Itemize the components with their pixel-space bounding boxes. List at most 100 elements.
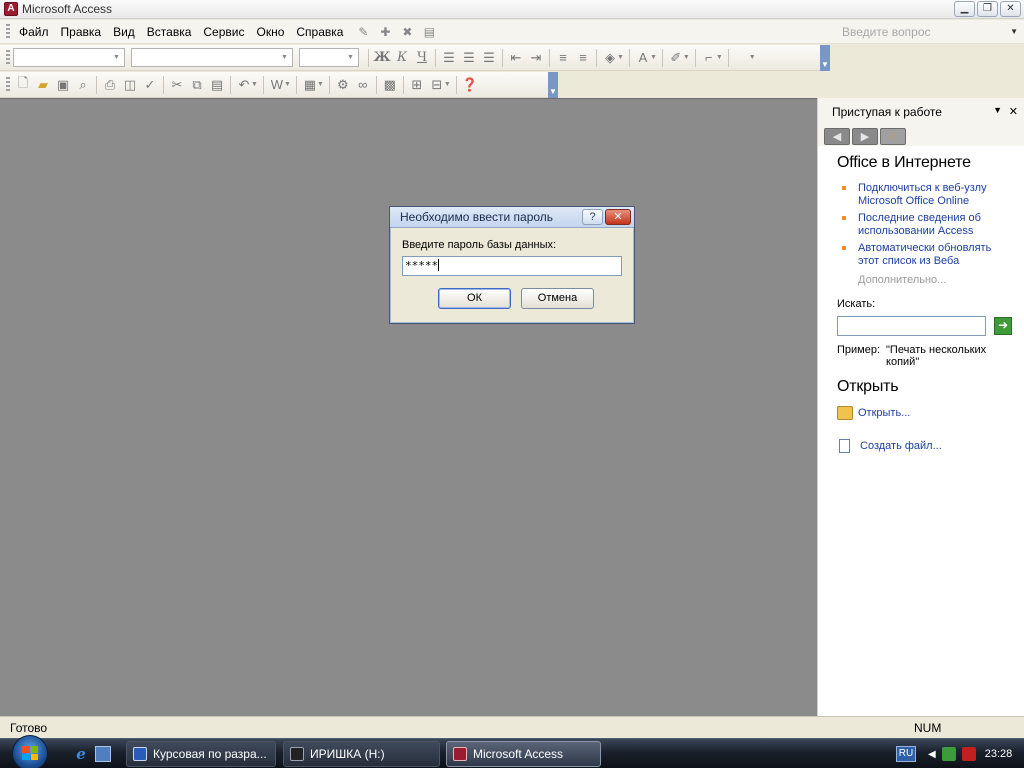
- align-right-icon[interactable]: ☰: [479, 48, 499, 68]
- title-bar: A Microsoft Access ▁ ❐ ✕: [0, 0, 1024, 19]
- ok-button[interactable]: ОК: [438, 288, 511, 309]
- print-icon[interactable]: ⎙: [100, 75, 120, 95]
- chevron-down-icon[interactable]: ▼: [444, 81, 451, 88]
- file-search-icon[interactable]: ⌕: [73, 75, 93, 95]
- go-arrow-icon[interactable]: ➜: [994, 317, 1012, 335]
- toolbar-grip[interactable]: [6, 49, 10, 66]
- paste-icon[interactable]: ▤: [207, 75, 227, 95]
- folder-open-icon: [837, 406, 853, 420]
- properties-icon[interactable]: ▩: [380, 75, 400, 95]
- link-auto-update[interactable]: Автоматически обновлять этот список из В…: [837, 242, 1012, 268]
- italic-icon[interactable]: К: [392, 48, 412, 68]
- menu-window[interactable]: Окно: [250, 21, 290, 43]
- underline-icon[interactable]: Ч: [412, 48, 432, 68]
- open-file-link[interactable]: Открыть...: [837, 406, 1012, 420]
- link-office-online[interactable]: Подключиться к веб-узлу Microsoft Office…: [837, 182, 1012, 208]
- hyperlink-icon[interactable]: ✎: [355, 24, 371, 40]
- database-window-icon[interactable]: ⊞: [407, 75, 427, 95]
- menu-help[interactable]: Справка: [290, 21, 349, 43]
- numbered-list-icon[interactable]: ≡: [553, 48, 573, 68]
- toolbar-separator: [455, 75, 457, 94]
- copy-icon[interactable]: ⧉: [187, 75, 207, 95]
- home-icon[interactable]: ⌂: [880, 127, 906, 145]
- create-file-link[interactable]: Создать файл...: [837, 439, 1012, 453]
- close-button[interactable]: ✕: [1000, 1, 1021, 17]
- font-combo[interactable]: ▼: [131, 48, 293, 67]
- decrease-indent-icon[interactable]: ⇤: [506, 48, 526, 68]
- font-size-combo[interactable]: ▼: [299, 48, 359, 67]
- bulleted-list-icon[interactable]: ≡: [573, 48, 593, 68]
- example-value: "Печать нескольких копий": [886, 344, 987, 368]
- language-indicator[interactable]: RU: [896, 746, 916, 762]
- help-icon[interactable]: ❓: [460, 75, 480, 95]
- chevron-down-icon[interactable]: ▼: [749, 54, 756, 61]
- show-desktop-icon[interactable]: [95, 746, 111, 762]
- bold-icon[interactable]: Ж: [372, 48, 392, 68]
- new-file-icon[interactable]: 🗋: [13, 75, 33, 95]
- spelling-icon[interactable]: ✓: [140, 75, 160, 95]
- toolbar-options-button[interactable]: ▼: [548, 72, 558, 98]
- drive-icon: [290, 747, 304, 761]
- more-link[interactable]: Дополнительно...: [837, 274, 1012, 286]
- print-preview-icon[interactable]: ◫: [120, 75, 140, 95]
- toolbar-separator: [375, 75, 377, 94]
- align-center-icon[interactable]: ☰: [459, 48, 479, 68]
- minimize-button[interactable]: ▁: [954, 1, 975, 17]
- increase-indent-icon[interactable]: ⇥: [526, 48, 546, 68]
- toolbar-separator: [661, 48, 663, 67]
- chevron-down-icon[interactable]: ▼: [284, 81, 291, 88]
- chevron-down-icon[interactable]: ▼: [317, 81, 324, 88]
- close-icon[interactable]: ✕: [1009, 105, 1018, 118]
- code-icon[interactable]: ⚙: [333, 75, 353, 95]
- menu-insert[interactable]: Вставка: [141, 21, 198, 43]
- restore-button[interactable]: ❐: [977, 1, 998, 17]
- window-controls: ▁ ❐ ✕: [954, 1, 1021, 17]
- back-icon[interactable]: ◀: [824, 127, 850, 145]
- chevron-down-icon[interactable]: ▼: [1010, 23, 1018, 41]
- menu-tools[interactable]: Сервис: [197, 21, 250, 43]
- taskbar-button-access[interactable]: Microsoft Access: [446, 741, 601, 767]
- taskbar: e Курсовая по разра... ИРИШКА (H:) Micro…: [0, 735, 1024, 768]
- password-field[interactable]: *****: [402, 256, 622, 276]
- cut-icon[interactable]: ✂: [167, 75, 187, 95]
- chevron-down-icon[interactable]: ▼: [683, 54, 690, 61]
- menu-file[interactable]: Файл: [13, 21, 55, 43]
- toolbar-grip[interactable]: [6, 76, 10, 93]
- dialog-title-bar[interactable]: Необходимо ввести пароль ? ✕: [390, 207, 634, 228]
- properties-icon[interactable]: ▤: [421, 24, 437, 40]
- chevron-down-icon[interactable]: ▼: [993, 105, 1002, 115]
- forward-icon[interactable]: ▶: [852, 127, 878, 145]
- start-button[interactable]: [12, 735, 48, 768]
- menu-edit[interactable]: Правка: [55, 21, 108, 43]
- internet-explorer-icon[interactable]: e: [73, 746, 89, 762]
- add-icon[interactable]: ✚: [377, 24, 393, 40]
- toolbar-options-button[interactable]: ▼: [820, 45, 830, 71]
- relationships-icon[interactable]: ∞: [353, 75, 373, 95]
- chevron-down-icon[interactable]: ▼: [716, 54, 723, 61]
- search-input[interactable]: [837, 316, 987, 336]
- link-latest-news[interactable]: Последние сведения об использовании Acce…: [837, 212, 1012, 238]
- chevron-down-icon: ▼: [347, 54, 354, 61]
- dialog-close-button[interactable]: ✕: [605, 209, 631, 225]
- chevron-down-icon[interactable]: ▼: [251, 81, 258, 88]
- clock[interactable]: 23:28: [985, 748, 1013, 760]
- tray-expand-icon[interactable]: ◀: [928, 749, 936, 760]
- network-icon[interactable]: [941, 747, 956, 761]
- cancel-button[interactable]: Отмена: [521, 288, 594, 309]
- object-combo[interactable]: ▼: [13, 48, 125, 67]
- antivirus-icon[interactable]: [961, 747, 976, 761]
- chevron-down-icon[interactable]: ▼: [617, 54, 624, 61]
- chevron-down-icon[interactable]: ▼: [650, 54, 657, 61]
- taskbar-button-drive[interactable]: ИРИШКА (H:): [283, 741, 440, 767]
- dialog-help-button[interactable]: ?: [582, 209, 603, 225]
- menu-view[interactable]: Вид: [107, 21, 141, 43]
- taskbar-button-label: Курсовая по разра...: [153, 747, 267, 761]
- remove-icon[interactable]: ✖: [399, 24, 415, 40]
- save-icon[interactable]: ▣: [53, 75, 73, 95]
- taskbar-button-word[interactable]: Курсовая по разра...: [126, 741, 276, 767]
- ask-question-box[interactable]: Введите вопрос ▼: [840, 23, 1018, 41]
- open-folder-icon[interactable]: ▰: [33, 75, 53, 95]
- align-left-icon[interactable]: ☰: [439, 48, 459, 68]
- menu-grip[interactable]: [6, 23, 10, 40]
- system-tray: RU ◀ 23:28: [893, 739, 1024, 768]
